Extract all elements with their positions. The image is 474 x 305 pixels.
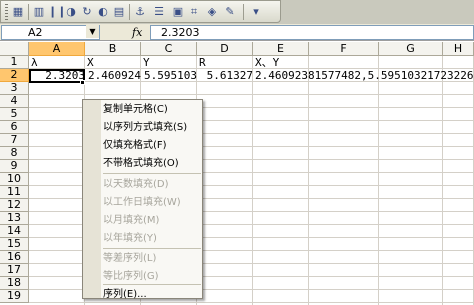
crop-icon[interactable]: ⌗ <box>187 5 201 19</box>
cell-b1[interactable]: X <box>85 56 143 69</box>
column-header-e[interactable]: E <box>253 42 309 56</box>
cell-b2[interactable]: 2.460924 <box>85 69 144 82</box>
pause-icon[interactable]: ❙❙ <box>48 5 66 19</box>
menu-item-fill-months[interactable]: 以月填充(M) <box>103 212 159 229</box>
rows-icon[interactable]: ☰ <box>152 5 166 19</box>
toolbar-separator <box>129 4 130 20</box>
toolbar-separator <box>28 4 29 20</box>
cell-d2[interactable]: 5.61327 <box>197 69 256 82</box>
active-cell-border <box>29 69 85 83</box>
cell-d1[interactable]: R <box>197 56 255 69</box>
menu-item-fill-without-formats[interactable]: 不带格式填充(O) <box>103 155 179 172</box>
column-header-f[interactable]: F <box>309 42 379 56</box>
anchor-icon[interactable]: ⚓ <box>133 5 147 19</box>
column-header-g[interactable]: G <box>379 42 443 56</box>
menu-item-fill-years[interactable]: 以年填充(Y) <box>103 230 157 247</box>
menu-icon-strip <box>83 100 101 298</box>
pen-icon[interactable]: ✎ <box>223 5 237 19</box>
menu-item-linear-trend[interactable]: 等差序列(L) <box>103 250 156 267</box>
format-icon[interactable]: ▣ <box>171 5 185 19</box>
menu-item-fill-series[interactable]: 以序列方式填充(S) <box>103 119 187 136</box>
cell-e2[interactable]: 2.46092381577482,5.59510321723226 <box>253 69 474 82</box>
toolbar-grip[interactable] <box>5 4 8 20</box>
cell-a1[interactable]: λ <box>29 56 87 69</box>
toolbar-separator <box>243 4 244 20</box>
grid-line <box>29 302 474 303</box>
menu-item-series[interactable]: 序列(E)... <box>103 286 147 303</box>
menu-item-copy-cells[interactable]: 复制单元格(C) <box>103 101 168 118</box>
menu-item-fill-formats-only[interactable]: 仅填充格式(F) <box>103 137 167 154</box>
formula-bar: A2 ▼ fx 2.3203 <box>0 24 474 41</box>
toolbar-area: ▦ ▥ ❙❙ ◑ ↻ ◐ ▤ ⚓ ☰ ▣ ⌗ ◈ ✎ ▾ <box>0 0 474 24</box>
row-header-19[interactable]: 19 <box>0 290 29 303</box>
select-all-corner[interactable] <box>0 42 29 56</box>
autofill-context-menu: 复制单元格(C) 以序列方式填充(S) 仅填充格式(F) 不带格式填充(O) 以天数填充… <box>82 99 203 300</box>
spreadsheet-grid[interactable]: ABCDEFGH 1 2 3 4 5 6 7 8 9 10 11 12 13 14 15 16 17 18 19 λ… <box>0 42 474 305</box>
menu-item-fill-days[interactable]: 以天数填充(D) <box>103 176 169 193</box>
chart-icon[interactable]: ▥ <box>32 5 46 19</box>
sheet-icon[interactable]: ▦ <box>11 5 25 19</box>
menu-item-fill-weekdays[interactable]: 以工作日填充(W) <box>103 194 181 211</box>
grid-line <box>29 94 474 95</box>
chart-toolbar: ▦ ▥ ❙❙ ◑ ↻ ◐ ▤ ⚓ ☰ ▣ ⌗ ◈ ✎ ▾ <box>0 0 281 23</box>
align-icon[interactable]: ▤ <box>112 5 126 19</box>
fill-icon[interactable]: ◈ <box>205 5 219 19</box>
rotate-icon[interactable]: ◐ <box>96 5 110 19</box>
formula-input[interactable]: 2.3203 <box>150 25 474 40</box>
fx-button[interactable]: fx <box>132 26 148 39</box>
chevron-down-icon[interactable]: ▼ <box>86 25 99 38</box>
column-header-b[interactable]: B <box>85 42 141 56</box>
menu-item-growth-trend[interactable]: 等比序列(G) <box>103 268 159 285</box>
cell-e1[interactable]: X、Y <box>253 56 311 69</box>
fill-handle[interactable] <box>80 80 85 85</box>
column-header-a[interactable]: A <box>29 42 85 56</box>
menu-separator <box>103 284 201 285</box>
column-header-h[interactable]: H <box>443 42 474 56</box>
column-header-c[interactable]: C <box>141 42 197 56</box>
cell-c2[interactable]: 5.595103 <box>141 69 200 82</box>
menu-separator <box>103 248 201 249</box>
options-icon[interactable]: ▾ <box>249 5 263 19</box>
refresh-icon[interactable]: ↻ <box>80 5 94 19</box>
menu-separator <box>103 173 201 174</box>
chart2-icon[interactable]: ◑ <box>64 5 78 19</box>
cell-c1[interactable]: Y <box>141 56 199 69</box>
column-header-d[interactable]: D <box>197 42 253 56</box>
